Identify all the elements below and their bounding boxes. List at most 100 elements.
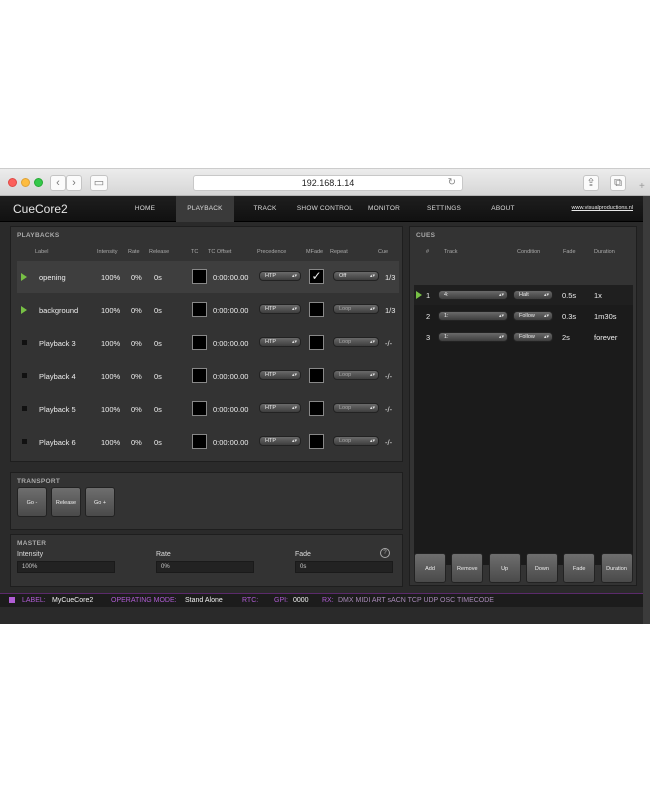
mfade-checkbox[interactable]: ✓ <box>309 269 324 284</box>
stop-icon[interactable] <box>22 439 27 444</box>
release-button[interactable]: Release <box>51 487 81 517</box>
playback-row[interactable]: Playback 3 100% 0% 0s 0:00:00.00 HTP ▴▾ Loop ▴▾ -… <box>17 327 399 359</box>
playback-cue: 1/3 <box>385 273 396 282</box>
nav-monitor[interactable]: MONITOR <box>358 196 410 222</box>
repeat-value: Off <box>339 273 347 279</box>
play-icon[interactable] <box>21 306 27 314</box>
share-icon[interactable]: ⇪ <box>583 175 599 191</box>
precedence-select[interactable]: HTP ▴▾ <box>259 337 301 347</box>
sidebar-icon[interactable]: ▭ <box>90 175 108 191</box>
zoom-window-button[interactable] <box>34 178 43 187</box>
stop-icon[interactable] <box>22 340 27 345</box>
repeat-select[interactable]: Loop ▴▾ <box>333 370 379 380</box>
cue-number: 3 <box>426 333 431 342</box>
track-select[interactable]: 4: ▴▾ <box>438 290 508 300</box>
condition-select[interactable]: Follow ▴▾ <box>513 332 553 342</box>
status-rx-key: RX: <box>322 597 334 604</box>
condition-select[interactable]: Follow ▴▾ <box>513 311 553 321</box>
tc-checkbox[interactable] <box>192 269 207 284</box>
nav-show-control[interactable]: SHOW CONTROL <box>294 196 356 222</box>
track-select[interactable]: 1: ▴▾ <box>438 332 508 342</box>
condition-select[interactable]: Halt ▴▾ <box>513 290 553 300</box>
chevron-icon: ▴▾ <box>543 292 549 298</box>
tc-checkbox[interactable] <box>192 335 207 350</box>
status-mode-key: OPERATING MODE: <box>111 597 177 604</box>
playback-intensity: 100% <box>101 306 121 315</box>
nav-playback[interactable]: PLAYBACK <box>176 196 234 222</box>
tc-checkbox[interactable] <box>192 401 207 416</box>
playback-row[interactable]: Playback 6 100% 0% 0s 0:00:00.00 HTP ▴▾ Loop ▴▾ -… <box>17 426 399 458</box>
repeat-value: Loop <box>339 306 352 312</box>
tc-checkbox[interactable] <box>192 368 207 383</box>
mfade-checkbox[interactable] <box>309 335 324 350</box>
precedence-select[interactable]: HTP ▴▾ <box>259 403 301 413</box>
cue-row[interactable]: 1 4: ▴▾ Halt ▴▾ 0.5s 1x <box>414 285 633 305</box>
cue-number: 1 <box>426 291 431 300</box>
chevron-icon: ▴▾ <box>291 405 297 411</box>
help-icon[interactable]: ? <box>380 548 390 558</box>
precedence-value: HTP <box>265 306 276 312</box>
go-plus-button[interactable]: Go + <box>85 487 115 517</box>
new-tab-icon[interactable]: + <box>639 181 645 192</box>
track-select[interactable]: 1: ▴▾ <box>438 311 508 321</box>
precedence-select[interactable]: HTP ▴▾ <box>259 271 301 281</box>
tabs-icon[interactable]: ⧉ <box>610 175 626 191</box>
playback-label: Playback 3 <box>39 339 76 348</box>
mfade-checkbox[interactable] <box>309 401 324 416</box>
minimize-window-button[interactable] <box>21 178 30 187</box>
address-bar[interactable]: 192.168.1.14 ↻ <box>193 175 463 191</box>
rate-field[interactable]: 0% <box>156 561 254 573</box>
go-minus-button[interactable]: Go - <box>17 487 47 517</box>
intensity-field[interactable]: 100% <box>17 561 115 573</box>
fade-label: Fade <box>295 551 311 558</box>
up-cue-button[interactable]: Up <box>488 553 521 583</box>
master-title: MASTER <box>17 540 47 547</box>
nav-home[interactable]: HOME <box>118 196 172 222</box>
precedence-select[interactable]: HTP ▴▾ <box>259 436 301 446</box>
tc-checkbox[interactable] <box>192 434 207 449</box>
nav-settings[interactable]: SETTINGS <box>416 196 472 222</box>
repeat-select[interactable]: Loop ▴▾ <box>333 403 379 413</box>
cue-number: 2 <box>426 312 431 321</box>
repeat-select[interactable]: Loop ▴▾ <box>333 337 379 347</box>
cue-row[interactable]: 2 1: ▴▾ Follow ▴▾ 0.3s 1m30s <box>414 306 633 326</box>
back-icon[interactable]: ‹ <box>50 175 66 191</box>
down-cue-button[interactable]: Down <box>525 553 558 583</box>
reload-icon[interactable]: ↻ <box>448 176 456 190</box>
status-rx-value: DMX MIDI ART sACN TCP UDP OSC TIMECODE <box>338 597 494 604</box>
duration-cue-button[interactable]: Duration <box>600 553 633 583</box>
nav-about[interactable]: ABOUT <box>478 196 528 222</box>
playback-tc-offset: 0:00:00.00 <box>213 372 249 381</box>
playback-row[interactable]: opening 100% 0% 0s 0:00:00.00 HTP ▴▾ ✓ Off ▴▾ 1/3 <box>17 261 399 293</box>
playback-row[interactable]: background 100% 0% 0s 0:00:00.00 HTP ▴▾ Loop ▴▾ 1… <box>17 294 399 326</box>
add-cue-button[interactable]: Add <box>414 553 446 583</box>
close-window-button[interactable] <box>8 178 17 187</box>
mfade-checkbox[interactable] <box>309 302 324 317</box>
chevron-icon: ▴▾ <box>291 273 297 279</box>
mfade-checkbox[interactable] <box>309 434 324 449</box>
playback-row[interactable]: Playback 4 100% 0% 0s 0:00:00.00 HTP ▴▾ Loop ▴▾ -… <box>17 360 399 392</box>
repeat-select[interactable]: Loop ▴▾ <box>333 436 379 446</box>
stop-icon[interactable] <box>22 406 27 411</box>
chevron-icon: ▴▾ <box>543 334 549 340</box>
repeat-select[interactable]: Loop ▴▾ <box>333 304 379 314</box>
playback-cue: -/- <box>385 405 393 414</box>
precedence-select[interactable]: HTP ▴▾ <box>259 370 301 380</box>
play-icon[interactable] <box>21 273 27 281</box>
playback-row[interactable]: Playback 5 100% 0% 0s 0:00:00.00 HTP ▴▾ Loop ▴▾ -… <box>17 393 399 425</box>
col-duration: Duration <box>594 249 615 255</box>
forward-icon[interactable]: › <box>66 175 82 191</box>
website-link[interactable]: www.visualproductions.nl <box>572 205 633 211</box>
playback-release: 0s <box>154 339 162 348</box>
fade-field[interactable]: 0s <box>295 561 393 573</box>
mfade-checkbox[interactable] <box>309 368 324 383</box>
remove-cue-button[interactable]: Remove <box>451 553 484 583</box>
repeat-select[interactable]: Off ▴▾ <box>333 271 379 281</box>
fade-cue-button[interactable]: Fade <box>563 553 596 583</box>
precedence-select[interactable]: HTP ▴▾ <box>259 304 301 314</box>
stop-icon[interactable] <box>22 373 27 378</box>
col-repeat: Repeat <box>330 249 348 255</box>
cue-row[interactable]: 3 1: ▴▾ Follow ▴▾ 2s forever <box>414 327 633 347</box>
tc-checkbox[interactable] <box>192 302 207 317</box>
nav-track[interactable]: TRACK <box>238 196 292 222</box>
